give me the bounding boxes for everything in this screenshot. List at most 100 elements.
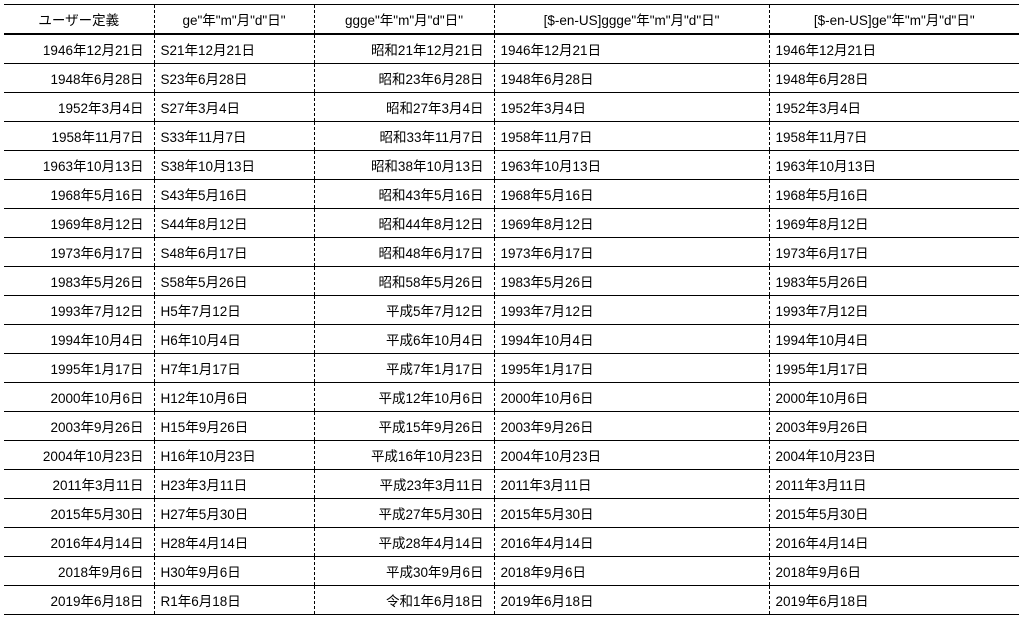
cell: 昭和43年5月16日 (314, 180, 494, 209)
cell: S27年3月4日 (154, 93, 314, 122)
cell: 2011年3月11日 (4, 470, 154, 499)
cell: R1年6月18日 (154, 586, 314, 615)
cell: 平成30年9月6日 (314, 557, 494, 586)
cell: 1995年1月17日 (4, 354, 154, 383)
cell: H16年10月23日 (154, 441, 314, 470)
cell: 1983年5月26日 (494, 267, 769, 296)
header-row: ユーザー定義 ge"年"m"月"d"日" ggge"年"m"月"d"日" [$-… (4, 5, 1019, 35)
cell: 2019年6月18日 (4, 586, 154, 615)
cell: 1946年12月21日 (769, 34, 1019, 64)
cell: 2003年9月26日 (769, 412, 1019, 441)
cell: 1973年6月17日 (4, 238, 154, 267)
cell: 平成6年10月4日 (314, 325, 494, 354)
cell: H6年10月4日 (154, 325, 314, 354)
cell: 1948年6月28日 (494, 64, 769, 93)
cell: 平成16年10月23日 (314, 441, 494, 470)
table-row: 1973年6月17日S48年6月17日昭和48年6月17日1973年6月17日1… (4, 238, 1019, 267)
cell: 2000年10月6日 (494, 383, 769, 412)
cell: 2016年4月14日 (4, 528, 154, 557)
header-enus-ggge-format: [$-en-US]ggge"年"m"月"d"日" (494, 5, 769, 35)
table-row: 1969年8月12日S44年8月12日昭和44年8月12日1969年8月12日1… (4, 209, 1019, 238)
cell: 1952年3月4日 (4, 93, 154, 122)
cell: 1968年5月16日 (494, 180, 769, 209)
cell: 1995年1月17日 (494, 354, 769, 383)
cell: 2004年10月23日 (769, 441, 1019, 470)
cell: 1995年1月17日 (769, 354, 1019, 383)
cell: 平成5年7月12日 (314, 296, 494, 325)
cell: 1994年10月4日 (769, 325, 1019, 354)
cell: 1993年7月12日 (494, 296, 769, 325)
cell: 1969年8月12日 (494, 209, 769, 238)
cell: 1973年6月17日 (494, 238, 769, 267)
cell: 昭和58年5月26日 (314, 267, 494, 296)
table-row: 1995年1月17日H7年1月17日平成7年1月17日1995年1月17日199… (4, 354, 1019, 383)
cell: H7年1月17日 (154, 354, 314, 383)
cell: S33年11月7日 (154, 122, 314, 151)
cell: S44年8月12日 (154, 209, 314, 238)
cell: 1958年11月7日 (4, 122, 154, 151)
cell: H23年3月11日 (154, 470, 314, 499)
cell: 昭和44年8月12日 (314, 209, 494, 238)
cell: 2019年6月18日 (494, 586, 769, 615)
cell: 令和1年6月18日 (314, 586, 494, 615)
table-row: 2015年5月30日H27年5月30日平成27年5月30日2015年5月30日2… (4, 499, 1019, 528)
cell: 2000年10月6日 (769, 383, 1019, 412)
cell: 1948年6月28日 (769, 64, 1019, 93)
cell: 平成7年1月17日 (314, 354, 494, 383)
table-row: 1948年6月28日S23年6月28日昭和23年6月28日1948年6月28日1… (4, 64, 1019, 93)
cell: 2011年3月11日 (494, 470, 769, 499)
table-row: 2000年10月6日H12年10月6日平成12年10月6日2000年10月6日2… (4, 383, 1019, 412)
cell: 平成15年9月26日 (314, 412, 494, 441)
cell: 昭和27年3月4日 (314, 93, 494, 122)
cell: 昭和33年11月7日 (314, 122, 494, 151)
cell: S43年5月16日 (154, 180, 314, 209)
cell: 2011年3月11日 (769, 470, 1019, 499)
table-row: 1952年3月4日S27年3月4日昭和27年3月4日1952年3月4日1952年… (4, 93, 1019, 122)
cell: H30年9月6日 (154, 557, 314, 586)
cell: 1952年3月4日 (494, 93, 769, 122)
cell: 2000年10月6日 (4, 383, 154, 412)
cell: 1993年7月12日 (769, 296, 1019, 325)
cell: H5年7月12日 (154, 296, 314, 325)
table-row: 1993年7月12日H5年7月12日平成5年7月12日1993年7月12日199… (4, 296, 1019, 325)
cell: 1969年8月12日 (4, 209, 154, 238)
cell: H12年10月6日 (154, 383, 314, 412)
table-row: 1946年12月21日S21年12月21日昭和21年12月21日1946年12月… (4, 34, 1019, 64)
date-format-table: ユーザー定義 ge"年"m"月"d"日" ggge"年"m"月"d"日" [$-… (4, 4, 1019, 615)
cell: 2016年4月14日 (494, 528, 769, 557)
table-row: 2018年9月6日H30年9月6日平成30年9月6日2018年9月6日2018年… (4, 557, 1019, 586)
cell: 2004年10月23日 (4, 441, 154, 470)
cell: 1968年5月16日 (769, 180, 1019, 209)
cell: S23年6月28日 (154, 64, 314, 93)
cell: 1994年10月4日 (4, 325, 154, 354)
cell: 平成12年10月6日 (314, 383, 494, 412)
cell: 1952年3月4日 (769, 93, 1019, 122)
table-body: 1946年12月21日S21年12月21日昭和21年12月21日1946年12月… (4, 34, 1019, 615)
cell: 2004年10月23日 (494, 441, 769, 470)
table-row: 2019年6月18日R1年6月18日令和1年6月18日2019年6月18日201… (4, 586, 1019, 615)
cell: S58年5月26日 (154, 267, 314, 296)
cell: 平成27年5月30日 (314, 499, 494, 528)
cell: 1968年5月16日 (4, 180, 154, 209)
table-row: 2003年9月26日H15年9月26日平成15年9月26日2003年9月26日2… (4, 412, 1019, 441)
cell: 1958年11月7日 (769, 122, 1019, 151)
cell: S48年6月17日 (154, 238, 314, 267)
cell: 2015年5月30日 (769, 499, 1019, 528)
cell: 昭和23年6月28日 (314, 64, 494, 93)
cell: H15年9月26日 (154, 412, 314, 441)
table-row: 2004年10月23日H16年10月23日平成16年10月23日2004年10月… (4, 441, 1019, 470)
cell: 1963年10月13日 (769, 151, 1019, 180)
cell: 昭和38年10月13日 (314, 151, 494, 180)
table-row: 2016年4月14日H28年4月14日平成28年4月14日2016年4月14日2… (4, 528, 1019, 557)
cell: 1983年5月26日 (769, 267, 1019, 296)
cell: 2015年5月30日 (494, 499, 769, 528)
cell: 平成23年3月11日 (314, 470, 494, 499)
cell: 1969年8月12日 (769, 209, 1019, 238)
table-row: 1994年10月4日H6年10月4日平成6年10月4日1994年10月4日199… (4, 325, 1019, 354)
cell: 1948年6月28日 (4, 64, 154, 93)
cell: 1958年11月7日 (494, 122, 769, 151)
cell: 1993年7月12日 (4, 296, 154, 325)
cell: S38年10月13日 (154, 151, 314, 180)
cell: 1946年12月21日 (4, 34, 154, 64)
table-row: 1968年5月16日S43年5月16日昭和43年5月16日1968年5月16日1… (4, 180, 1019, 209)
